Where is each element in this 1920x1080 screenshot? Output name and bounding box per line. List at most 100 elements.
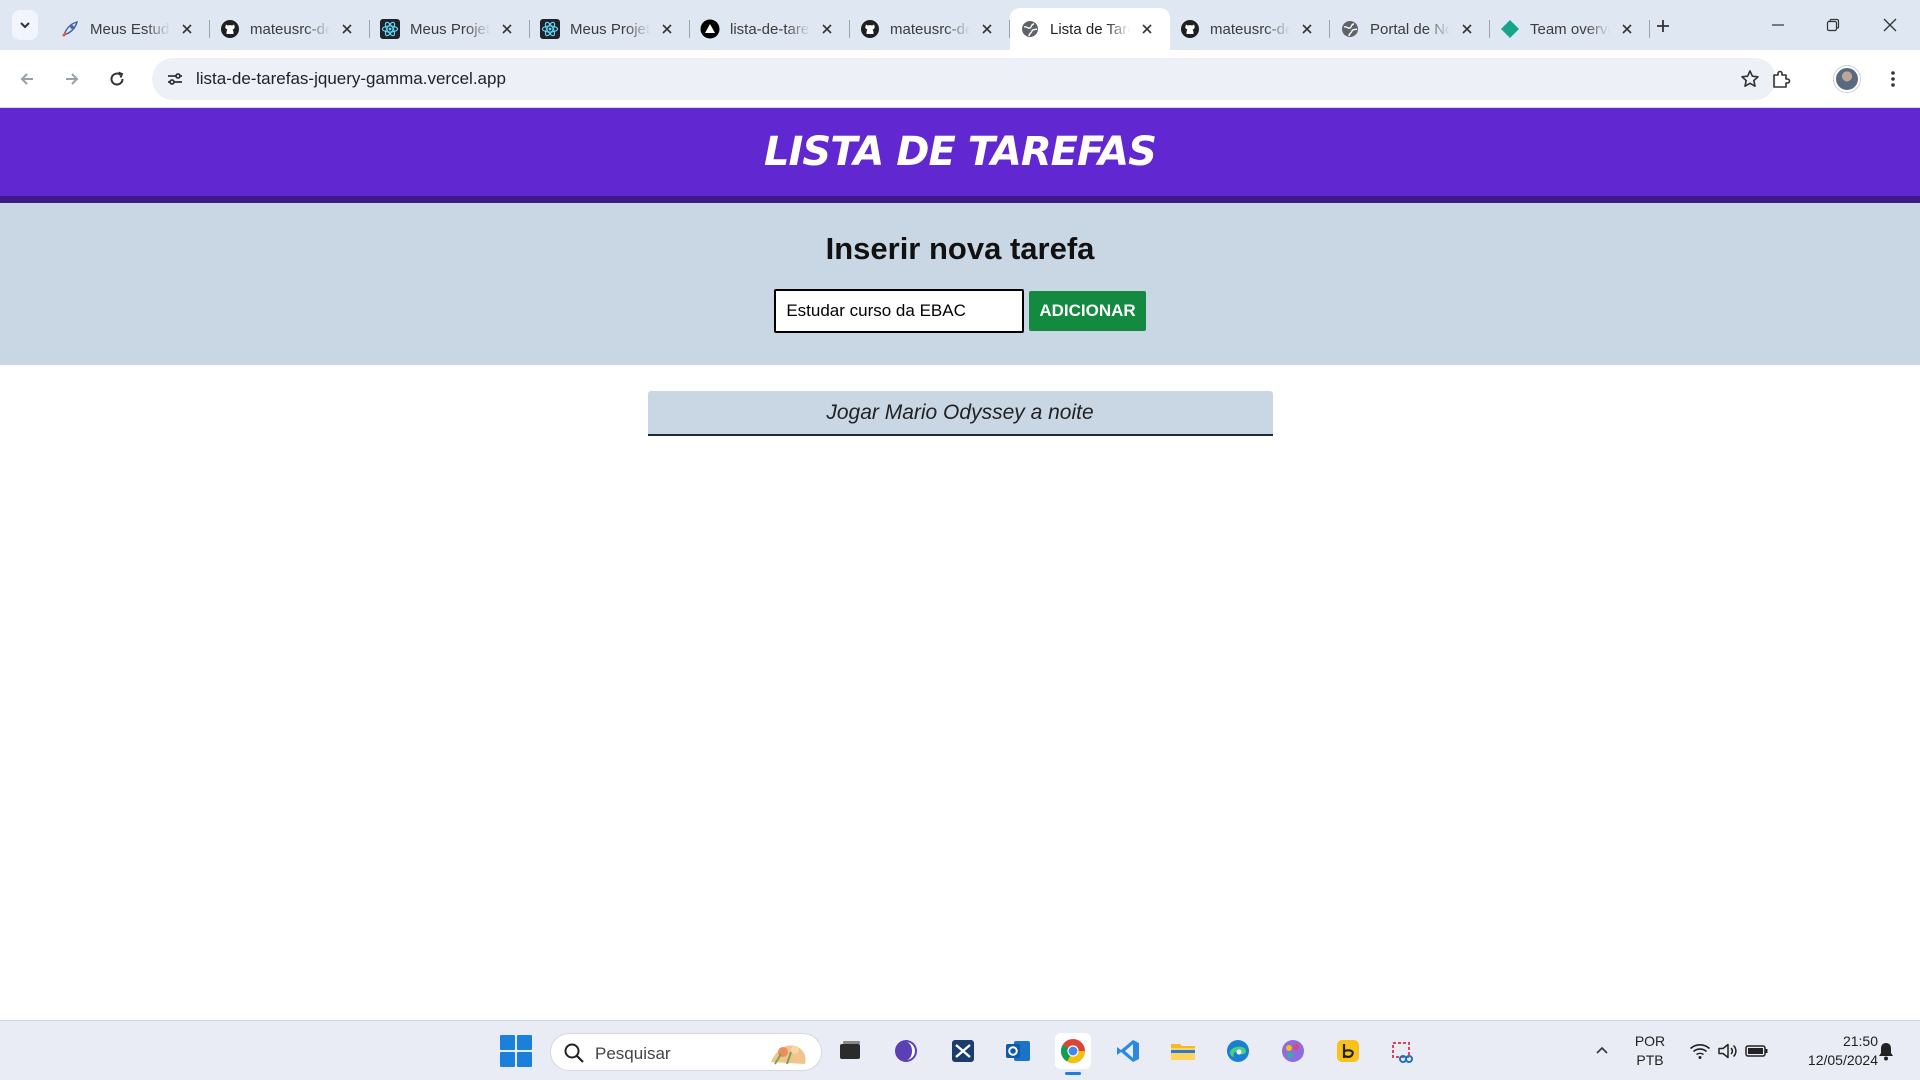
extensions-button[interactable]: [1764, 62, 1798, 96]
tab[interactable]: Meus Projetos: [370, 8, 530, 50]
close-icon[interactable]: [976, 18, 998, 40]
menu-button[interactable]: [1876, 62, 1910, 96]
input-language-indicator[interactable]: POR PTB: [1628, 1021, 1672, 1080]
clock[interactable]: 21:50 12/05/2024: [1782, 1021, 1878, 1080]
close-icon[interactable]: [1456, 18, 1478, 40]
tab[interactable]: lista-de-tarefas: [690, 8, 850, 50]
tab-title: Meus Projetos: [410, 20, 490, 38]
tab[interactable]: Team overview: [1490, 8, 1650, 50]
address-bar[interactable]: lista-de-tarefas-jquery-gamma.vercel.app: [152, 58, 1776, 100]
github-icon: [860, 19, 880, 39]
reload-icon: [110, 71, 124, 86]
diamond-icon: [1500, 19, 1520, 39]
file-explorer-icon[interactable]: [1165, 1033, 1201, 1069]
close-window-button[interactable]: [1870, 8, 1910, 42]
form-title: Inserir nova tarefa: [825, 231, 1095, 266]
forward-button[interactable]: [55, 62, 89, 96]
react-icon: [540, 19, 560, 39]
react-icon: [380, 19, 400, 39]
keyboard-layout: PTB: [1636, 1052, 1664, 1068]
tab[interactable]: mateusrc-dev: [850, 8, 1010, 50]
arrow-left-icon: [20, 73, 33, 85]
page-viewport: LISTA DE TAREFAS Inserir nova tarefa ADI…: [0, 108, 1920, 1020]
tab-list: Meus Estudos mateusrc-dev Meus Projetos …: [50, 8, 1650, 50]
add-button[interactable]: ADICIONAR: [1029, 291, 1146, 331]
new-tab-button[interactable]: [1650, 13, 1676, 39]
close-icon: [1883, 18, 1897, 32]
close-icon[interactable]: [1136, 18, 1158, 40]
profile-button[interactable]: [1830, 62, 1864, 96]
task-item[interactable]: Jogar Mario Odyssey a noite: [647, 391, 1273, 436]
site-info-icon[interactable]: [162, 66, 188, 92]
avatar: [1834, 66, 1860, 92]
tab[interactable]: mateusrc-dev: [1170, 8, 1330, 50]
reload-button[interactable]: [100, 62, 134, 96]
edge-icon[interactable]: [1220, 1033, 1256, 1069]
task-input[interactable]: [774, 289, 1025, 333]
close-icon[interactable]: [656, 18, 678, 40]
bookmark-star-icon[interactable]: [1738, 67, 1762, 91]
volume-icon: [1718, 1043, 1737, 1059]
chrome-icon[interactable]: [1055, 1033, 1091, 1075]
url-text[interactable]: lista-de-tarefas-jquery-gamma.vercel.app: [196, 69, 506, 89]
tab[interactable]: Meus Projetos: [530, 8, 690, 50]
windows-start-icon[interactable]: [500, 1035, 532, 1067]
tab[interactable]: Meus Estudos: [50, 8, 210, 50]
restore-button[interactable]: [1813, 8, 1853, 42]
tab-title: mateusrc-dev: [1210, 20, 1290, 38]
tab-search-button[interactable]: [12, 10, 38, 40]
wifi-icon: [1689, 1044, 1711, 1059]
plus-icon: [1657, 20, 1669, 32]
tab-title: lista-de-tarefas: [730, 20, 810, 38]
system-status-button[interactable]: [1684, 1021, 1774, 1080]
search-placeholder: Pesquisar: [595, 1044, 671, 1063]
close-icon[interactable]: [1296, 18, 1318, 40]
close-icon[interactable]: [176, 18, 198, 40]
globe-icon: [1020, 19, 1040, 39]
paint-app-icon[interactable]: [1275, 1033, 1311, 1069]
tab-title: mateusrc-dev: [890, 20, 970, 38]
bell-icon: [1879, 1043, 1893, 1061]
kebab-menu-icon: [1891, 71, 1895, 87]
restore-icon: [1826, 18, 1840, 32]
tab-title: mateusrc-dev: [250, 20, 330, 38]
page-title: LISTA DE TAREFAS: [764, 129, 1157, 175]
browser-tab-strip: Meus Estudos mateusrc-dev Meus Projetos …: [0, 0, 1920, 50]
notifications-button[interactable]: [1874, 1021, 1898, 1080]
arrow-right-icon: [66, 73, 79, 85]
task-list: Jogar Mario Odyssey a noite: [647, 391, 1273, 436]
minimize-button[interactable]: [1758, 8, 1798, 42]
back-button[interactable]: [10, 62, 44, 96]
rocket-icon: [60, 19, 80, 39]
windows-taskbar: Pesquisar POR PTB 21:50 12/05/2024: [0, 1020, 1920, 1080]
tab[interactable]: Portal de Notícias: [1330, 8, 1490, 50]
tab-active[interactable]: Lista de Tarefas: [1010, 8, 1170, 50]
tab[interactable]: mateusrc-dev: [210, 8, 370, 50]
close-icon[interactable]: [336, 18, 358, 40]
clock-time: 21:50: [1842, 1033, 1878, 1049]
outlook-icon[interactable]: [1000, 1033, 1036, 1069]
puzzle-icon: [1773, 70, 1791, 88]
bitcoin-wallet-icon[interactable]: [1330, 1033, 1366, 1069]
github-icon: [220, 19, 240, 39]
new-task-form: Inserir nova tarefa ADICIONAR: [0, 203, 1920, 365]
github-icon: [1180, 19, 1200, 39]
close-icon[interactable]: [1616, 18, 1638, 40]
taskbar-search[interactable]: Pesquisar: [550, 1033, 822, 1071]
minimize-icon: [1772, 24, 1784, 26]
tor-browser-icon[interactable]: [888, 1033, 924, 1069]
tab-title: Meus Projetos: [570, 20, 650, 38]
task-view-icon[interactable]: [832, 1033, 868, 1069]
tab-title: Meus Estudos: [90, 20, 170, 38]
browser-toolbar: lista-de-tarefas-jquery-gamma.vercel.app: [0, 50, 1920, 108]
close-icon[interactable]: [496, 18, 518, 40]
vercel-icon: [700, 19, 720, 39]
show-hidden-icons-button[interactable]: [1588, 1021, 1616, 1080]
snipping-tool-icon[interactable]: [1385, 1033, 1421, 1069]
app-header: LISTA DE TAREFAS: [0, 108, 1920, 203]
close-icon[interactable]: [816, 18, 838, 40]
capcut-icon[interactable]: [945, 1033, 981, 1069]
vscode-icon[interactable]: [1110, 1033, 1146, 1069]
form-row: ADICIONAR: [0, 289, 1920, 333]
tab-title: Portal de Notícias: [1370, 20, 1450, 38]
